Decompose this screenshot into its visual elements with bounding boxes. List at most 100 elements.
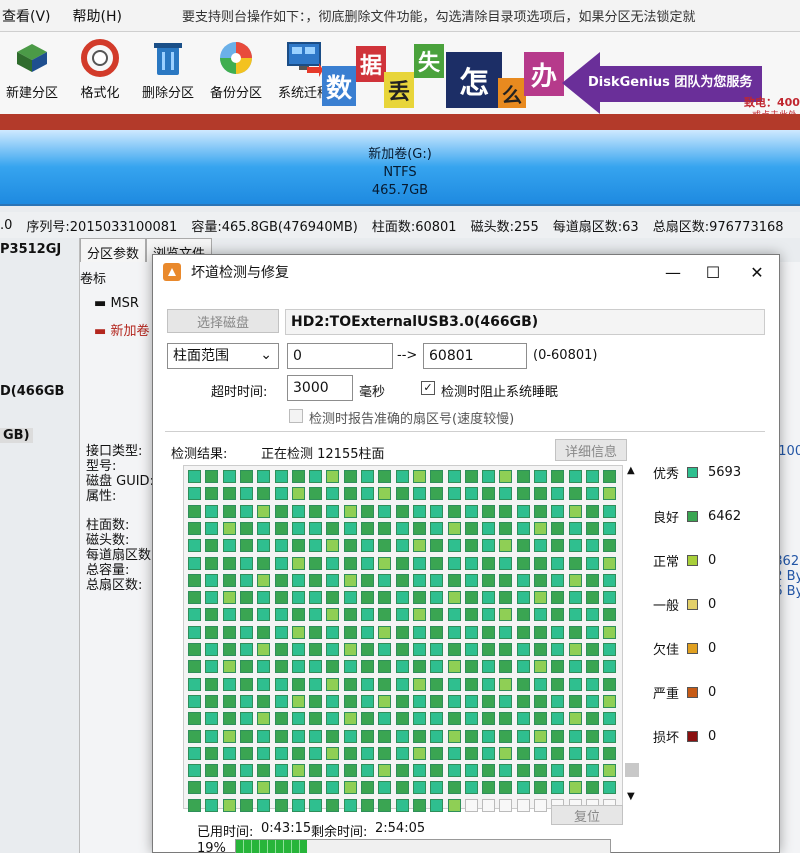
sector-block <box>205 781 219 795</box>
sector-block <box>257 556 271 570</box>
format-button[interactable]: 格式化 <box>68 32 132 114</box>
sector-block <box>326 521 340 535</box>
scroll-thumb[interactable] <box>625 763 639 777</box>
sector-block <box>499 625 513 639</box>
partition-bar[interactable]: 新加卷(G:) NTFS 465.7GB <box>0 130 800 206</box>
sector-block <box>343 798 357 812</box>
new-partition-button[interactable]: 新建分区 <box>0 32 64 114</box>
dialog-titlebar[interactable]: 坏道检测与修复 — ☐ ✕ <box>153 255 779 289</box>
details-button[interactable]: 详细信息 <box>555 439 627 461</box>
sector-block <box>222 764 236 778</box>
sector-block <box>222 504 236 518</box>
sector-block <box>343 487 357 501</box>
menu-view[interactable]: 查看(V) <box>0 6 53 26</box>
sector-block <box>291 504 305 518</box>
sector-block <box>585 504 599 518</box>
sector-block <box>395 521 409 535</box>
sector-block <box>464 470 478 483</box>
disk-tree-item-2[interactable]: D(466GB <box>0 384 64 399</box>
sector-block <box>257 694 271 708</box>
sector-block <box>585 608 599 622</box>
info-sectors-per-track: 每道扇区数:63 <box>552 219 639 235</box>
range-start-input[interactable]: 0 <box>287 343 393 369</box>
sector-block <box>568 487 582 501</box>
sector-block <box>395 591 409 605</box>
minimize-button[interactable]: — <box>653 259 693 285</box>
disk-tree-item-1[interactable]: P3512GJ <box>0 242 61 257</box>
sector-block <box>274 487 288 501</box>
sector-block <box>551 504 565 518</box>
tab-partition-params[interactable]: 分区参数 <box>80 238 147 262</box>
sector-block <box>499 539 513 553</box>
sector-block <box>257 729 271 743</box>
backup-partition-button[interactable]: 备份分区 <box>204 32 268 114</box>
sector-block <box>551 643 565 656</box>
sector-block <box>516 677 530 691</box>
sector-block <box>464 729 478 743</box>
sector-block <box>274 521 288 535</box>
sector-block <box>257 781 271 795</box>
sector-block <box>430 677 444 691</box>
promo-banner[interactable]: 数 据 丢 失 怎 么 办 DiskGenius 团队为您服务 致电：400- … <box>318 38 800 121</box>
sector-block <box>447 729 461 743</box>
sector-block <box>309 591 323 605</box>
sector-block <box>274 643 288 656</box>
tree-item-new-volume[interactable]: ▬ 新加卷 <box>94 320 149 339</box>
sector-block <box>291 539 305 553</box>
sector-block <box>568 764 582 778</box>
scroll-up-icon[interactable]: ▲ <box>627 465 635 476</box>
sector-block <box>568 660 582 674</box>
sector-block <box>361 608 374 622</box>
grid-scrollbar[interactable]: ▲ ▼ <box>623 465 641 809</box>
report-sector-checkbox[interactable] <box>289 409 303 423</box>
delete-partition-button[interactable]: 删除分区 <box>136 32 200 114</box>
new-partition-label: 新建分区 <box>5 86 58 101</box>
sector-block <box>499 660 513 674</box>
sector-block <box>482 591 496 605</box>
tree-item-msr[interactable]: ▬ MSR <box>94 296 139 311</box>
trash-icon <box>148 38 188 78</box>
sector-block <box>551 677 565 691</box>
sector-block <box>205 470 219 483</box>
drive-icon: ▬ <box>94 324 107 339</box>
sector-block <box>585 746 599 760</box>
sector-block <box>239 712 253 726</box>
sector-block <box>291 712 305 726</box>
sector-block <box>551 521 565 535</box>
reset-button[interactable]: 复位 <box>551 805 623 825</box>
sector-block <box>291 694 305 708</box>
scroll-down-icon[interactable]: ▼ <box>627 791 635 802</box>
sector-block <box>188 556 201 570</box>
prevent-sleep-checkbox[interactable]: ✓ <box>421 381 435 395</box>
sector-block <box>378 677 392 691</box>
sector-block <box>499 643 513 656</box>
close-icon: ✕ <box>750 262 764 282</box>
sector-block <box>395 470 409 483</box>
sector-block <box>257 712 271 726</box>
select-disk-button[interactable]: 选择磁盘 <box>167 309 279 333</box>
sector-block <box>430 625 444 639</box>
sector-block <box>447 573 461 587</box>
backup-icon <box>216 38 256 78</box>
sector-block <box>378 539 392 553</box>
sector-block <box>361 677 374 691</box>
sector-block <box>430 798 444 812</box>
range-hint: (0-60801) <box>533 348 598 363</box>
bad-sector-dialog: 坏道检测与修复 — ☐ ✕ 选择磁盘 HD2:TOExternalUSB3.0(… <box>152 254 780 853</box>
menu-help[interactable]: 帮助(H) <box>71 6 124 26</box>
sector-block <box>188 625 201 639</box>
range-type-select[interactable]: 柱面范围 ⌄ <box>167 343 279 369</box>
sector-block <box>516 573 530 587</box>
sector-block <box>430 573 444 587</box>
scan-progress-fill <box>236 840 308 853</box>
maximize-button[interactable]: ☐ <box>693 259 733 285</box>
sector-block <box>291 521 305 535</box>
close-button[interactable]: ✕ <box>737 259 777 285</box>
sector-block <box>551 781 565 795</box>
sector-block <box>585 591 599 605</box>
sector-block <box>603 746 617 760</box>
disk-tree-item-3[interactable]: GB) <box>0 428 33 443</box>
timeout-input[interactable]: 3000 <box>287 375 353 401</box>
sector-block <box>464 660 478 674</box>
range-end-input[interactable]: 60801 <box>423 343 527 369</box>
